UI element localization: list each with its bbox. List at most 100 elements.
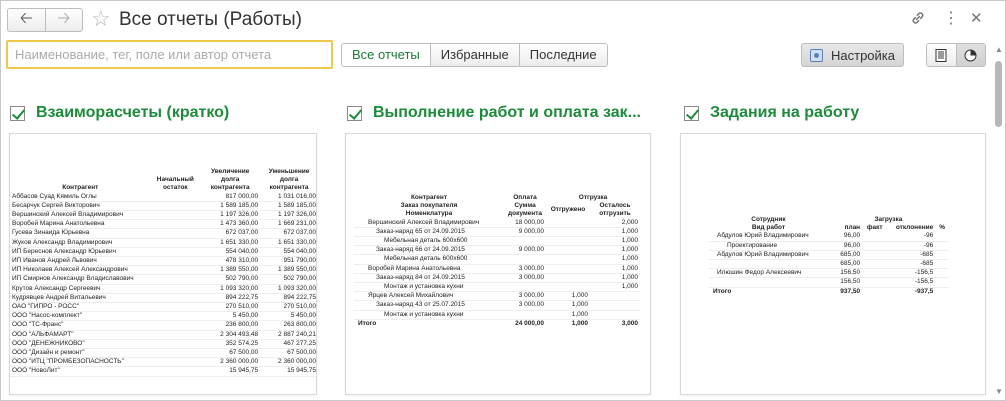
report-preview[interactable]: Контрагент Начальный остаток Увеличение … [9, 133, 317, 395]
favorite-checkbox[interactable] [684, 105, 699, 121]
table-cell: 1,000 [590, 282, 640, 293]
table-cell: 270 510,00 [260, 302, 316, 313]
table-cell: Крутов Александр Сергеевич [10, 284, 151, 294]
table-cell: 236 800,00 [200, 320, 261, 331]
scrollbar-thumb[interactable] [995, 61, 1002, 127]
table-cell: Заказ-наряд 65 от 24.09.2015 [354, 227, 504, 238]
table-cell [546, 227, 590, 238]
table-cell: -685 [887, 250, 936, 261]
report-preview[interactable]: Контрагент Оплата Отгрузка Заказ покупат… [345, 133, 651, 395]
table-cell: 1 389 550,00 [200, 265, 261, 276]
report-table: Сотрудник Загрузка Вид работ план факт о… [709, 216, 949, 296]
setup-button[interactable]: Настройка [801, 43, 904, 67]
table-cell [504, 310, 546, 320]
table-cell: ООО "ИТЦ "ПРОМБЕЗОПАСНОСТЬ" [10, 357, 151, 368]
table-row: Монтаж и установка кухни 1,000 [354, 310, 640, 320]
table-cell: 3,000 [621, 319, 638, 327]
chart-view-button[interactable] [955, 44, 985, 66]
table-cell [150, 265, 201, 276]
table-cell [150, 320, 201, 331]
table-cell: ООО "ДЕНЕЖНИКОВО" [10, 339, 151, 350]
search-input[interactable] [6, 40, 333, 69]
table-cell [150, 348, 201, 359]
report-card-settlements[interactable]: Взаиморасчеты (кратко) Контрагент Началь… [9, 101, 317, 395]
table-cell [935, 259, 949, 270]
favorite-checkbox[interactable] [347, 105, 362, 121]
table-cell: Заказ-наряд 43 от 25.07.2015 [354, 300, 504, 311]
table-row: ИП Береснов Александр Юрьевич 554 040,00 5… [10, 247, 316, 258]
column-header: план [844, 224, 861, 232]
table-row: Абдулов Юрий Владимирович 685,00 -685 [709, 250, 949, 261]
table-cell: -937,5 [914, 287, 934, 295]
table-cell: ООО "ТС-Франс" [10, 320, 151, 331]
back-button[interactable]: 🡠 [8, 9, 45, 31]
favorite-checkbox[interactable] [10, 105, 25, 121]
table-row: Крутов Александр Сергеевич 1 093 320,00 1 … [10, 284, 316, 294]
table-cell: 96,00 [827, 241, 863, 251]
table-cell: 467 277,25 [260, 339, 316, 350]
table-cell: 2 360 000,00 [260, 357, 316, 368]
table-row: 156,50 -156,5 [709, 277, 949, 288]
table-cell: ООО "Дизайн и ремонт" [10, 348, 151, 359]
table-cell: Итого [358, 319, 377, 327]
table-cell: Мебельная деталь 600х600 [354, 254, 504, 265]
table-cell: Вершинский Алексей Владимирович [10, 210, 151, 221]
table-row: Заказ-наряд 66 от 24.09.2015 9 000,00 1,00… [354, 245, 640, 256]
column-header: факт [866, 224, 883, 232]
table-cell: 478 310,00 [200, 256, 261, 267]
vertical-scrollbar[interactable]: ▲ ▼ [992, 43, 1006, 401]
tab-favorites[interactable]: Избранные [429, 44, 519, 66]
table-row: Абдулов Юрий Владимирович 96,00 -96 [709, 232, 949, 242]
tab-recent[interactable]: Последние [518, 44, 607, 66]
scroll-up-icon[interactable]: ▲ [995, 45, 1003, 54]
table-cell [504, 282, 546, 293]
table-cell: 2 360 000,00 [200, 357, 261, 368]
table-cell: -96 [887, 232, 936, 242]
star-icon[interactable]: ☆ [91, 7, 111, 31]
report-preview[interactable]: Сотрудник Загрузка Вид работ план факт о… [680, 133, 986, 395]
column-header: Уменьшение долга контрагента [268, 168, 310, 192]
table-row: Воробей Марина Анатольевна 3 000,00 1,000 [354, 264, 640, 274]
scroll-down-icon[interactable]: ▼ [995, 387, 1003, 396]
table-cell: 1,000 [546, 300, 590, 311]
table-cell [935, 268, 949, 279]
table-cell: Воробей Марина Анатольевна [10, 219, 151, 230]
column-header: отгрузить [599, 210, 631, 218]
table-cell: Абдулов Юрий Владимирович [709, 232, 828, 242]
table-cell: Воробей Марина Анатольевна [354, 264, 504, 274]
close-icon[interactable]: ✕ [970, 10, 983, 28]
table-cell: 937,50 [840, 287, 861, 295]
report-title[interactable]: Выполнение работ и оплата зак... [373, 104, 641, 122]
table-row: Монтаж и установка кухни 1,000 [354, 282, 640, 293]
table-cell [150, 274, 201, 285]
table-row: Илюшин Федор Алексеевич 156,50 -156,5 [709, 268, 949, 279]
report-card-work-tasks[interactable]: Задания на работу Сотрудник Загрузка Вид… [680, 101, 986, 395]
more-icon[interactable]: ⋮ [943, 10, 959, 28]
table-cell [546, 254, 590, 265]
forward-button[interactable]: 🡢 [44, 9, 83, 31]
table-row: ООО "АЛЬФАМАРТ" 2 304 493,48 2 887 240,21 [10, 330, 316, 340]
table-cell: 1 589 185,00 [200, 201, 261, 212]
list-view-button[interactable] [927, 44, 956, 66]
table-cell: 554 040,00 [200, 247, 261, 258]
table-cell [862, 241, 888, 251]
table-cell: 685,00 [827, 250, 863, 261]
table-cell: 67 500,00 [200, 348, 261, 359]
table-cell [935, 250, 949, 261]
report-title[interactable]: Взаиморасчеты (кратко) [36, 104, 229, 122]
table-row: ИП Смирнов Александр Владиславович 502 79… [10, 274, 316, 285]
table-cell: Жуков Александр Владимирович [10, 238, 151, 248]
link-icon[interactable] [910, 10, 926, 31]
table-cell: 5 450,00 [260, 311, 316, 322]
tab-all-reports[interactable]: Все отчеты [342, 44, 430, 66]
column-header: Сотрудник [751, 216, 786, 223]
table-cell: 3 000,00 [504, 273, 546, 284]
table-cell: 15 945,75 [200, 366, 261, 377]
table-cell: ООО "АЛЬФАМАРТ" [10, 330, 151, 340]
report-card-works-payment[interactable]: Выполнение работ и оплата зак... Контраг… [345, 101, 651, 395]
report-title[interactable]: Задания на работу [710, 104, 859, 122]
table-cell [935, 277, 949, 288]
table-cell: 1 651 330,00 [200, 238, 261, 248]
report-filter-tabs: Все отчеты Избранные Последние [341, 43, 608, 67]
table-row: Ярцев Алексей Михайлович 3 000,00 1,000 [354, 291, 640, 302]
